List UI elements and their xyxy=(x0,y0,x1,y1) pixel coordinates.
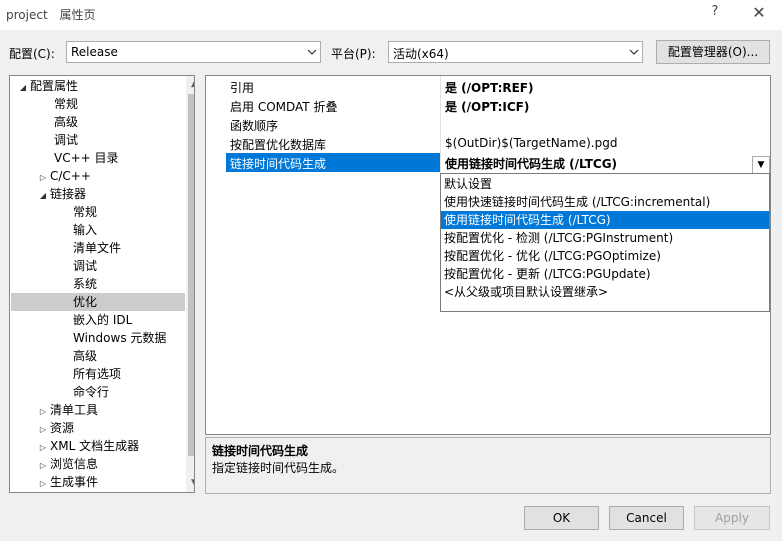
tree-item[interactable]: 调试 xyxy=(54,131,78,149)
dropdown-option[interactable]: 默认设置 xyxy=(441,175,769,193)
tree-item-label: 输入 xyxy=(73,223,98,237)
tree-item[interactable]: 优化 xyxy=(11,293,185,311)
description-title: 链接时间代码生成 xyxy=(212,444,309,458)
property-row[interactable]: 函数顺序 xyxy=(206,115,770,134)
tree-item[interactable]: 高级 xyxy=(73,347,97,365)
tree-item-label: 链接器 xyxy=(50,187,87,201)
tree-item-label: Windows 元数据 xyxy=(73,331,167,345)
platform-label: 平台(P): xyxy=(331,47,376,61)
tree-item-label: 常规 xyxy=(54,97,79,111)
tree-item-label: 配置属性 xyxy=(30,79,79,93)
tree-item-label: 高级 xyxy=(54,115,79,129)
property-name: 链接时间代码生成 xyxy=(230,157,327,171)
tree-scrollbar[interactable]: ▲ ▼ xyxy=(186,76,194,492)
property-row[interactable]: 按配置优化数据库 $(OutDir)$(TargetName).pgd xyxy=(206,134,770,153)
collapse-icon[interactable]: ◢ xyxy=(16,79,30,97)
tree-item[interactable]: 常规 xyxy=(54,95,78,113)
tree-item[interactable]: 调试 xyxy=(73,257,97,275)
chevron-down-icon xyxy=(307,49,317,55)
chevron-down-icon xyxy=(629,49,639,55)
tree-item[interactable]: ▷ 清单工具 xyxy=(36,401,98,419)
tree-item[interactable]: 嵌入的 IDL xyxy=(73,311,132,329)
tree-item[interactable]: 清单文件 xyxy=(73,239,121,257)
property-tree[interactable]: ◢ 配置属性 常规 高级 调试 VC++ 目录 ▷ C/C++ ◢ 链接器 常规 输入 清单文件 调试 系统… xyxy=(9,75,195,493)
platform-combo[interactable]: 活动(x64) xyxy=(388,41,643,63)
tree-item-label: 浏览信息 xyxy=(50,457,99,471)
dropdown-option[interactable]: 按配置优化 - 更新 (/LTCG:PGUpdate) xyxy=(441,265,769,283)
tree-item-label: 优化 xyxy=(73,295,98,309)
tree-item-label: VC++ 目录 xyxy=(54,151,119,165)
collapse-icon[interactable]: ◢ xyxy=(36,187,50,205)
property-name: 按配置优化数据库 xyxy=(230,138,327,152)
config-combo[interactable]: Release xyxy=(66,41,321,63)
tree-item-label: 系统 xyxy=(73,277,98,291)
tree-item[interactable]: 系统 xyxy=(73,275,97,293)
tree-item[interactable]: 高级 xyxy=(54,113,78,131)
tree-item-label: 常规 xyxy=(73,205,98,219)
tree-item-label: 所有选项 xyxy=(73,367,122,381)
cancel-button[interactable]: Cancel xyxy=(609,506,684,530)
config-manager-button[interactable]: 配置管理器(O)... xyxy=(656,40,770,64)
property-name: 引用 xyxy=(230,81,255,95)
expand-icon[interactable]: ▷ xyxy=(36,475,50,492)
config-combo-value: Release xyxy=(71,45,118,59)
tree-item-label: 清单工具 xyxy=(50,403,99,417)
tree-item[interactable]: 常规 xyxy=(73,203,97,221)
dropdown-option[interactable]: 使用快速链接时间代码生成 (/LTCG:incremental) xyxy=(441,193,769,211)
tree-item[interactable]: ◢ 配置属性 xyxy=(16,77,78,95)
property-row[interactable]: 启用 COMDAT 折叠 是 (/OPT:ICF) xyxy=(206,96,770,115)
property-value[interactable]: 是 (/OPT:ICF) xyxy=(445,98,529,115)
tree-item-label: 调试 xyxy=(73,259,98,273)
apply-button[interactable]: Apply xyxy=(694,506,770,530)
tree-item[interactable]: ▷ C/C++ xyxy=(36,167,91,185)
dropdown-option[interactable]: <从父级或项目默认设置继承> xyxy=(441,283,769,301)
tree-item[interactable]: 输入 xyxy=(73,221,97,239)
tree-item-label: 命令行 xyxy=(73,385,110,399)
property-row[interactable]: 链接时间代码生成 使用链接时间代码生成 (/LTCG) xyxy=(206,153,770,172)
property-row[interactable]: 引用 是 (/OPT:REF) xyxy=(206,77,770,96)
window-title-project: project xyxy=(6,8,48,22)
tree-item-label: C/C++ xyxy=(50,169,91,183)
tree-item-label: 嵌入的 IDL xyxy=(73,313,133,327)
scrollbar-thumb[interactable] xyxy=(188,94,194,456)
ok-button[interactable]: OK xyxy=(524,506,599,530)
tree-item-label: 资源 xyxy=(50,421,75,435)
close-button[interactable]: ✕ xyxy=(748,3,770,25)
property-value[interactable]: $(OutDir)$(TargetName).pgd xyxy=(445,136,617,150)
ltcg-dropdown-list[interactable]: 默认设置 使用快速链接时间代码生成 (/LTCG:incremental) 使用链接… xyxy=(440,173,770,312)
scroll-up-icon[interactable]: ▲ xyxy=(186,76,194,93)
tree-item[interactable]: 所有选项 xyxy=(73,365,121,383)
tree-item[interactable]: ◢ 链接器 xyxy=(36,185,86,203)
tree-item-label: 清单文件 xyxy=(73,241,122,255)
description-text: 指定链接时间代码生成。 xyxy=(212,461,345,475)
title-bar: project 属性页 ? ✕ xyxy=(0,0,782,30)
property-value[interactable]: 是 (/OPT:REF) xyxy=(445,79,534,96)
scroll-down-icon[interactable]: ▼ xyxy=(186,475,194,492)
tree-item[interactable]: 命令行 xyxy=(73,383,109,401)
tree-item[interactable]: ▷ 浏览信息 xyxy=(36,455,98,473)
tree-item[interactable]: Windows 元数据 xyxy=(73,329,166,347)
tree-item-label: 高级 xyxy=(73,349,98,363)
property-value[interactable]: 使用链接时间代码生成 (/LTCG) xyxy=(445,155,617,172)
platform-combo-value: 活动(x64) xyxy=(393,47,449,61)
config-label: 配置(C): xyxy=(9,47,55,61)
window-title: project 属性页 xyxy=(6,6,96,23)
tree-item[interactable]: ▷ 生成事件 xyxy=(36,473,98,491)
tree-item-label: 生成事件 xyxy=(50,475,99,489)
tree-item[interactable]: VC++ 目录 xyxy=(54,149,119,167)
help-button[interactable]: ? xyxy=(705,4,725,24)
dropdown-option[interactable]: 使用链接时间代码生成 (/LTCG) xyxy=(441,211,769,229)
dropdown-option[interactable]: 按配置优化 - 优化 (/LTCG:PGOptimize) xyxy=(441,247,769,265)
tree-item-label: 调试 xyxy=(54,133,79,147)
property-name: 函数顺序 xyxy=(230,119,279,133)
dropdown-option[interactable]: 按配置优化 - 检测 (/LTCG:PGInstrument) xyxy=(441,229,769,247)
tree-item[interactable]: ▷ 资源 xyxy=(36,419,74,437)
property-name: 启用 COMDAT 折叠 xyxy=(230,100,338,114)
description-panel: 链接时间代码生成 指定链接时间代码生成。 xyxy=(205,437,771,494)
dropdown-arrow-button[interactable]: ▼ xyxy=(752,156,770,174)
window-title-page: 属性页 xyxy=(59,8,96,22)
tree-item[interactable]: ▷ XML 文档生成器 xyxy=(36,437,139,455)
tree-item-label: XML 文档生成器 xyxy=(50,439,140,453)
